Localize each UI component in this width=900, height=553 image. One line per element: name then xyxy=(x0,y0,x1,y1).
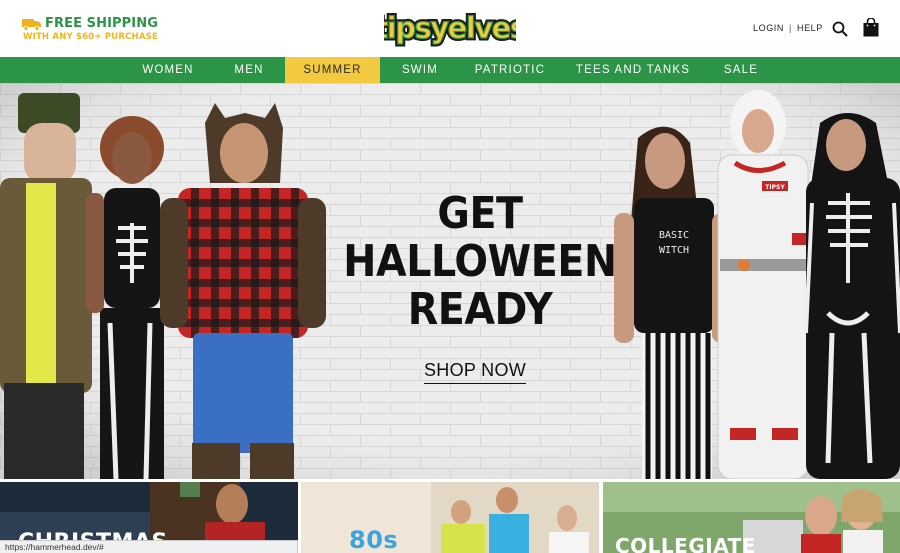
nav-item-patriotic[interactable]: PATRIOTIC xyxy=(467,57,553,83)
search-icon[interactable] xyxy=(832,21,848,37)
link-separator: | xyxy=(789,23,792,33)
shop-now-link[interactable]: SHOP NOW xyxy=(424,360,527,384)
nav-item-swim[interactable]: SWIM xyxy=(393,57,447,83)
logo-text-outline: tipsyelves xyxy=(384,11,516,45)
tile-label-80s: 80s xyxy=(349,526,399,553)
headline-line-2: HALLOWEEN xyxy=(343,236,617,287)
tile-collegiate[interactable]: COLLEGIATE xyxy=(603,482,900,553)
nav-item-sale[interactable]: SALE xyxy=(714,57,768,83)
nav-item-women[interactable]: WOMEN xyxy=(131,57,205,83)
nav-item-tees-and-tanks[interactable]: TEES AND TANKS xyxy=(572,57,694,83)
free-shipping-subtitle: WITH ANY $60+ PURCHASE xyxy=(23,32,158,42)
account-links: LOGIN | HELP xyxy=(753,23,823,33)
hero-headline: GET HALLOWEEN READY xyxy=(320,190,640,334)
site-header: FREE SHIPPING WITH ANY $60+ PURCHASE tip… xyxy=(0,0,900,57)
shirt-text-witch: WITCH xyxy=(659,245,689,256)
tile-80s[interactable]: 80s xyxy=(301,482,599,553)
nav-item-men[interactable]: MEN xyxy=(222,57,276,83)
shirt-text-basic: BASIC xyxy=(659,230,689,241)
free-shipping-banner[interactable]: FREE SHIPPING WITH ANY $60+ PURCHASE xyxy=(22,16,158,42)
main-navigation: WOMEN MEN SUMMER SWIM PATRIOTIC TEES AND… xyxy=(0,57,900,83)
tile-label-collegiate: COLLEGIATE xyxy=(615,534,756,553)
login-link[interactable]: LOGIN xyxy=(753,23,784,33)
truck-icon xyxy=(22,19,41,31)
headline-line-1: GET xyxy=(437,188,523,239)
help-link[interactable]: HELP xyxy=(797,23,823,33)
nav-item-summer[interactable]: SUMMER xyxy=(285,57,380,83)
browser-status-bar: https://hammerhead.dev/# xyxy=(0,540,298,553)
free-shipping-title: FREE SHIPPING xyxy=(45,16,158,31)
eighties-tile-image xyxy=(301,482,599,553)
tipsyelves-logo[interactable]: tipsyelves tipsyelves xyxy=(384,6,516,50)
hero-banner[interactable]: BASIC WITCH TIPSY GET HALLOWEEN READY SH… xyxy=(0,83,900,479)
headline-line-3: READY xyxy=(407,284,553,335)
shopping-bag-icon[interactable] xyxy=(863,18,879,37)
badge-text: TIPSY xyxy=(765,184,785,191)
